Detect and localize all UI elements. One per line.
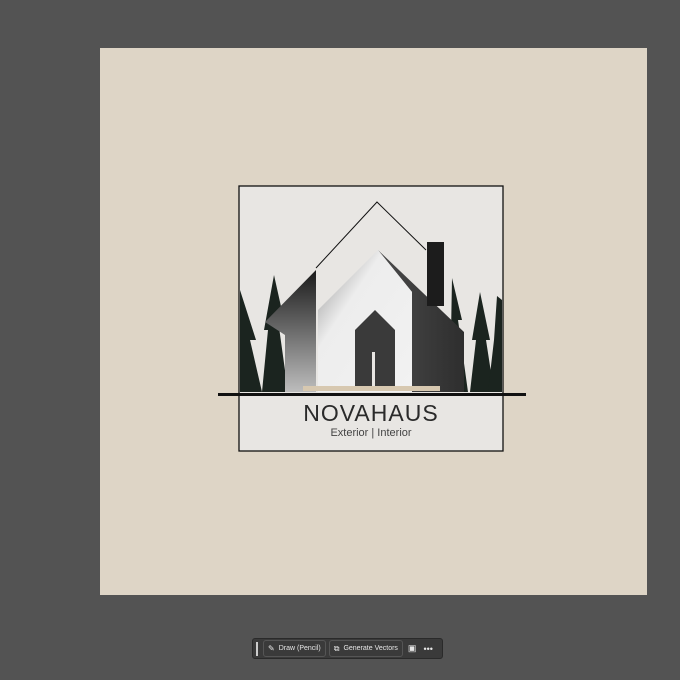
pencil-icon: ✎ [268, 644, 275, 653]
generate-vectors-button[interactable]: ⧉ Generate Vectors [328, 640, 403, 657]
more-options-button[interactable]: ••• [421, 644, 434, 654]
chimney [427, 242, 444, 306]
door-slit [372, 352, 375, 388]
generate-vectors-label: Generate Vectors [343, 645, 398, 652]
brand-tagline: Exterior | Interior [330, 427, 412, 439]
generate-icon: ⧉ [333, 643, 340, 653]
draw-pencil-button[interactable]: ✎ Draw (Pencil) [263, 640, 326, 657]
step [303, 386, 440, 391]
novahaus-logo-graphic [218, 185, 526, 452]
ground-line [218, 393, 526, 396]
brand-name: NOVAHAUS [303, 400, 439, 426]
image-options-icon[interactable]: ▣ [406, 643, 419, 654]
contextual-task-bar: ✎ Draw (Pencil) ⧉ Generate Vectors ▣ ••• [252, 638, 443, 659]
draw-pencil-label: Draw (Pencil) [278, 645, 321, 652]
drag-handle[interactable] [256, 641, 258, 656]
